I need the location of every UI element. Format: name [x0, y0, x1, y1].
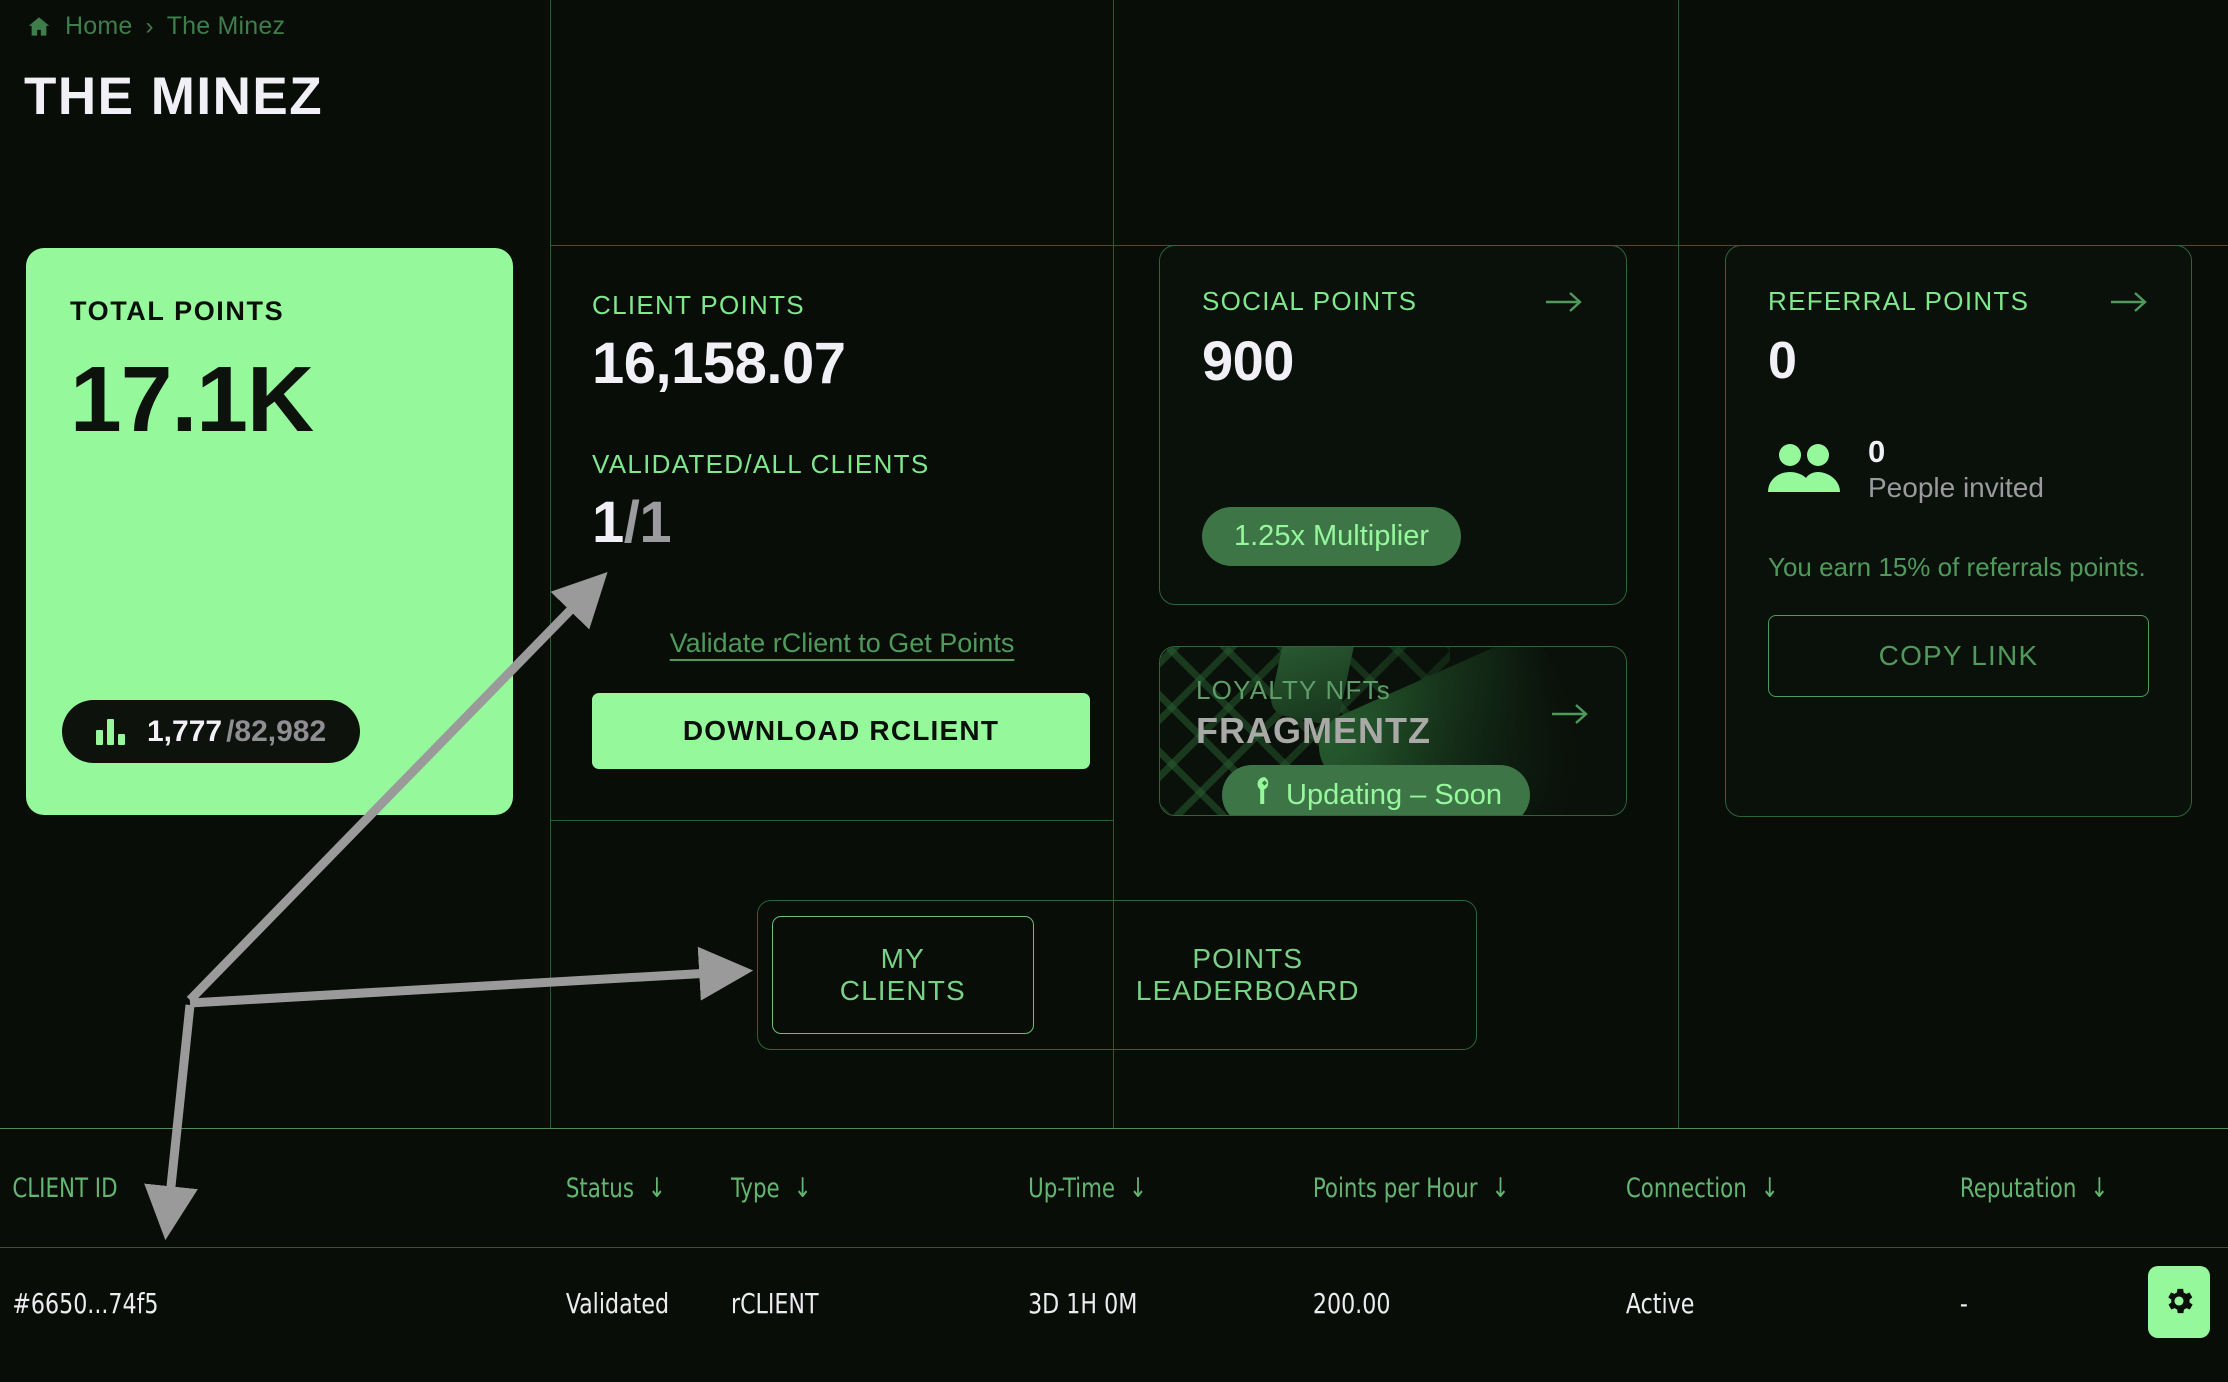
- column-header-reputation[interactable]: Reputation ↓: [1930, 1173, 2192, 1204]
- sort-down-icon[interactable]: ↓: [1492, 1173, 1510, 1204]
- referral-points-value: 0: [1768, 332, 1797, 390]
- breadcrumb-home[interactable]: Home: [65, 12, 133, 41]
- loyalty-nfts-card[interactable]: LOYALTY NFTs FRAGMENTZ Updating – Soon: [1159, 646, 1627, 816]
- sort-down-icon[interactable]: ↓: [1761, 1173, 1779, 1204]
- wrench-icon: [1250, 777, 1272, 813]
- bar-chart-icon: [96, 718, 125, 745]
- grid-vline-1: [550, 0, 551, 1129]
- cell-uptime: 3D 1H 0M: [1028, 1287, 1138, 1320]
- social-multiplier-badge: 1.25x Multiplier: [1202, 507, 1462, 566]
- column-header-client-id[interactable]: CLIENT ID: [0, 1173, 290, 1204]
- social-points-label: SOCIAL POINTS: [1202, 286, 1418, 316]
- cell-type: rCLIENT: [730, 1287, 819, 1320]
- people-icon: [1768, 442, 1842, 494]
- total-points-progress-badge: 1,777 /82,982: [62, 700, 361, 763]
- client-points-value: 16,158.07: [592, 331, 846, 396]
- validated-clients-value: 1/1: [592, 494, 1092, 552]
- cell-connection: Active: [1625, 1287, 1695, 1320]
- page-title: THE MINEZ: [24, 67, 324, 126]
- breadcrumb: Home › The Minez: [26, 12, 285, 41]
- sort-down-icon[interactable]: ↓: [2090, 1173, 2108, 1204]
- home-icon[interactable]: [26, 14, 52, 40]
- column-label: CLIENT ID: [12, 1172, 118, 1204]
- row-settings-button[interactable]: [2148, 1266, 2210, 1338]
- cell-status: Validated: [565, 1287, 670, 1320]
- table-header-row: CLIENT ID Status ↓ Type ↓ Up-Time ↓ Poin…: [0, 1129, 2228, 1247]
- validated-total: /1: [623, 490, 672, 555]
- social-points-value: 900: [1202, 329, 1294, 392]
- column-label: Connection: [1625, 1172, 1747, 1204]
- total-points-value: 17.1K: [70, 347, 314, 451]
- cell-points-per-hour: 200.00: [1312, 1287, 1391, 1320]
- column-header-connection[interactable]: Connection ↓: [1610, 1173, 1892, 1204]
- loyalty-status-badge: Updating – Soon: [1222, 765, 1531, 815]
- download-rclient-button[interactable]: DOWNLOAD RCLIENT: [592, 693, 1090, 769]
- column-header-type[interactable]: Type ↓: [650, 1173, 932, 1204]
- column-label: Status: [565, 1172, 634, 1204]
- referral-points-card: REFERRAL POINTS 0 0 People invited You e…: [1725, 245, 2192, 817]
- tab-group: MY CLIENTS POINTS LEADERBOARD: [757, 900, 1477, 1050]
- column-label: Up-Time: [1028, 1172, 1116, 1204]
- total-points-label: TOTAL POINTS: [70, 296, 285, 326]
- gear-icon: [2162, 1284, 2196, 1321]
- table-row[interactable]: #6650...74f5 Validated rCLIENT 3D 1H 0M …: [0, 1247, 2228, 1359]
- column-header-points-per-hour[interactable]: Points per Hour ↓: [1290, 1173, 1572, 1204]
- validate-rclient-link[interactable]: Validate rClient to Get Points: [592, 628, 1092, 659]
- loyalty-title: FRAGMENTZ: [1196, 710, 1431, 751]
- column-label: Reputation: [1959, 1172, 2077, 1204]
- referral-earn-note: You earn 15% of referrals points.: [1768, 551, 2146, 582]
- sort-down-icon[interactable]: ↓: [794, 1173, 812, 1204]
- referral-points-label: REFERRAL POINTS: [1768, 286, 2030, 316]
- column-label: Points per Hour: [1312, 1172, 1478, 1204]
- copy-link-button[interactable]: COPY LINK: [1768, 614, 2149, 697]
- app-root: Home › The Minez THE MINEZ TOTAL POINTS …: [0, 0, 2228, 1382]
- column-label: Type: [730, 1172, 780, 1204]
- social-points-card[interactable]: SOCIAL POINTS 900 1.25x Multiplier: [1159, 245, 1627, 605]
- arrow-right-icon[interactable]: [2109, 289, 2149, 315]
- column-header-uptime[interactable]: Up-Time ↓: [970, 1173, 1252, 1204]
- people-invited-row: 0 People invited: [1768, 433, 2149, 504]
- tab-points-leaderboard[interactable]: POINTS LEADERBOARD: [1034, 916, 1462, 1034]
- cell-client-id: #6650...74f5: [12, 1287, 159, 1320]
- grid-hline-2: [550, 820, 1113, 821]
- loyalty-status-text: Updating – Soon: [1286, 778, 1503, 811]
- client-points-section: CLIENT POINTS 16,158.07 VALIDATED/ALL CL…: [592, 290, 1092, 552]
- validated-clients-label: VALIDATED/ALL CLIENTS: [592, 449, 930, 479]
- clients-table: CLIENT ID Status ↓ Type ↓ Up-Time ↓ Poin…: [0, 1129, 2228, 1359]
- arrow-right-icon[interactable]: [1550, 701, 1590, 727]
- breadcrumb-current: The Minez: [166, 12, 286, 40]
- people-invited-count: 0: [1868, 434, 1886, 469]
- progress-total: /82,982: [226, 714, 327, 748]
- chevron-right-icon: ›: [145, 12, 154, 40]
- validated-count: 1: [592, 490, 624, 555]
- tab-my-clients[interactable]: MY CLIENTS: [772, 916, 1034, 1034]
- column-header-status[interactable]: Status ↓: [330, 1173, 666, 1204]
- grid-vline-3: [1678, 0, 1679, 1129]
- progress-current: 1,777: [147, 714, 223, 748]
- arrow-right-icon[interactable]: [1544, 289, 1584, 315]
- annotation-arrow-2: [189, 946, 754, 1008]
- sort-down-icon[interactable]: ↓: [1129, 1173, 1147, 1204]
- people-invited-label: People invited: [1868, 471, 2044, 503]
- loyalty-kicker: LOYALTY NFTs: [1196, 675, 1392, 705]
- client-points-label: CLIENT POINTS: [592, 290, 805, 320]
